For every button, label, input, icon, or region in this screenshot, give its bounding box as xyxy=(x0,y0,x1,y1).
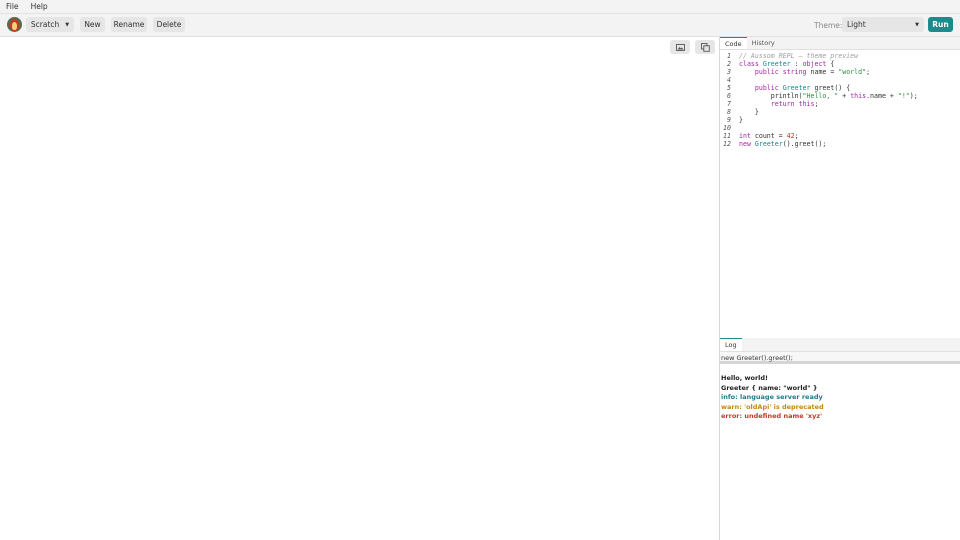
code-text: public string name = "world"; xyxy=(754,68,871,76)
code-text: } xyxy=(739,116,743,124)
log-line: info: language server ready xyxy=(721,393,823,401)
line-number: 2 xyxy=(727,60,731,68)
line-number: 7 xyxy=(727,100,731,108)
editor-tabs: Code History xyxy=(720,37,960,50)
log-line: error: undefined name 'xyz' xyxy=(721,412,823,420)
line-number: 6 xyxy=(727,92,731,100)
code-text: return this; xyxy=(770,100,819,108)
log-tabs: Log xyxy=(720,338,960,352)
code-text: new Greeter().greet(); xyxy=(739,140,827,148)
theme-label: Theme: xyxy=(814,21,843,30)
copy-icon[interactable] xyxy=(695,40,715,54)
line-number: 11 xyxy=(723,132,731,140)
line-number: 5 xyxy=(727,84,731,92)
delete-button[interactable]: Delete xyxy=(153,17,185,32)
image-icon[interactable] xyxy=(670,40,690,54)
run-button[interactable]: Run xyxy=(928,17,953,32)
tab-code[interactable]: Code xyxy=(720,37,747,49)
line-number: 12 xyxy=(723,140,731,148)
canvas-area[interactable] xyxy=(0,37,719,540)
side-panel: Code History 1 // Aussom REPL — theme pre… xyxy=(719,37,960,540)
new-button[interactable]: New xyxy=(80,17,105,32)
menu-help[interactable]: Help xyxy=(25,2,54,11)
code-text: int count = 42; xyxy=(739,132,799,140)
code-text: // Aussom REPL — theme preview xyxy=(739,52,859,60)
line-number: 10 xyxy=(723,124,731,132)
line-number: 8 xyxy=(727,108,731,116)
theme-value: Light xyxy=(847,20,866,29)
log-line: warn: 'oldApi' is deprecated xyxy=(721,402,824,411)
scratch-label: Scratch xyxy=(30,20,60,29)
line-number: 3 xyxy=(727,68,731,76)
code-editor[interactable]: 1 // Aussom REPL — theme preview 2 class Gr… xyxy=(720,50,960,338)
log-input[interactable]: new Greeter().greet(); xyxy=(720,352,960,364)
log-line: Hello, world! xyxy=(721,374,769,382)
line-number: 9 xyxy=(727,116,731,124)
line-number: 1 xyxy=(727,52,731,60)
log-output: Hello, world! Greeter { name: "world" } in… xyxy=(721,374,824,422)
theme-select[interactable]: Light ▼ xyxy=(842,17,924,32)
log-line: Greeter { name: "world" } xyxy=(721,383,818,392)
tab-history[interactable]: History xyxy=(747,37,780,49)
code-text: println("Hello, " + this.name + "!"); xyxy=(739,92,918,100)
rename-button[interactable]: Rename xyxy=(111,17,147,32)
chevron-down-icon: ▼ xyxy=(915,21,919,28)
tab-log[interactable]: Log xyxy=(720,338,742,351)
toolbar: Scratch ▼ New Rename Delete Theme: Light… xyxy=(0,14,960,37)
code-text: class Greeter : object { xyxy=(739,60,835,68)
code-text: public Greeter greet() { xyxy=(754,84,851,92)
app-logo-icon xyxy=(7,17,22,32)
line-number: 4 xyxy=(727,76,731,84)
menu-file[interactable]: File xyxy=(0,2,25,11)
scratch-dropdown[interactable]: Scratch ▼ xyxy=(26,17,74,32)
menu-bar: File Help xyxy=(0,0,960,14)
chevron-down-icon: ▼ xyxy=(65,21,70,28)
code-text: } xyxy=(739,108,759,116)
